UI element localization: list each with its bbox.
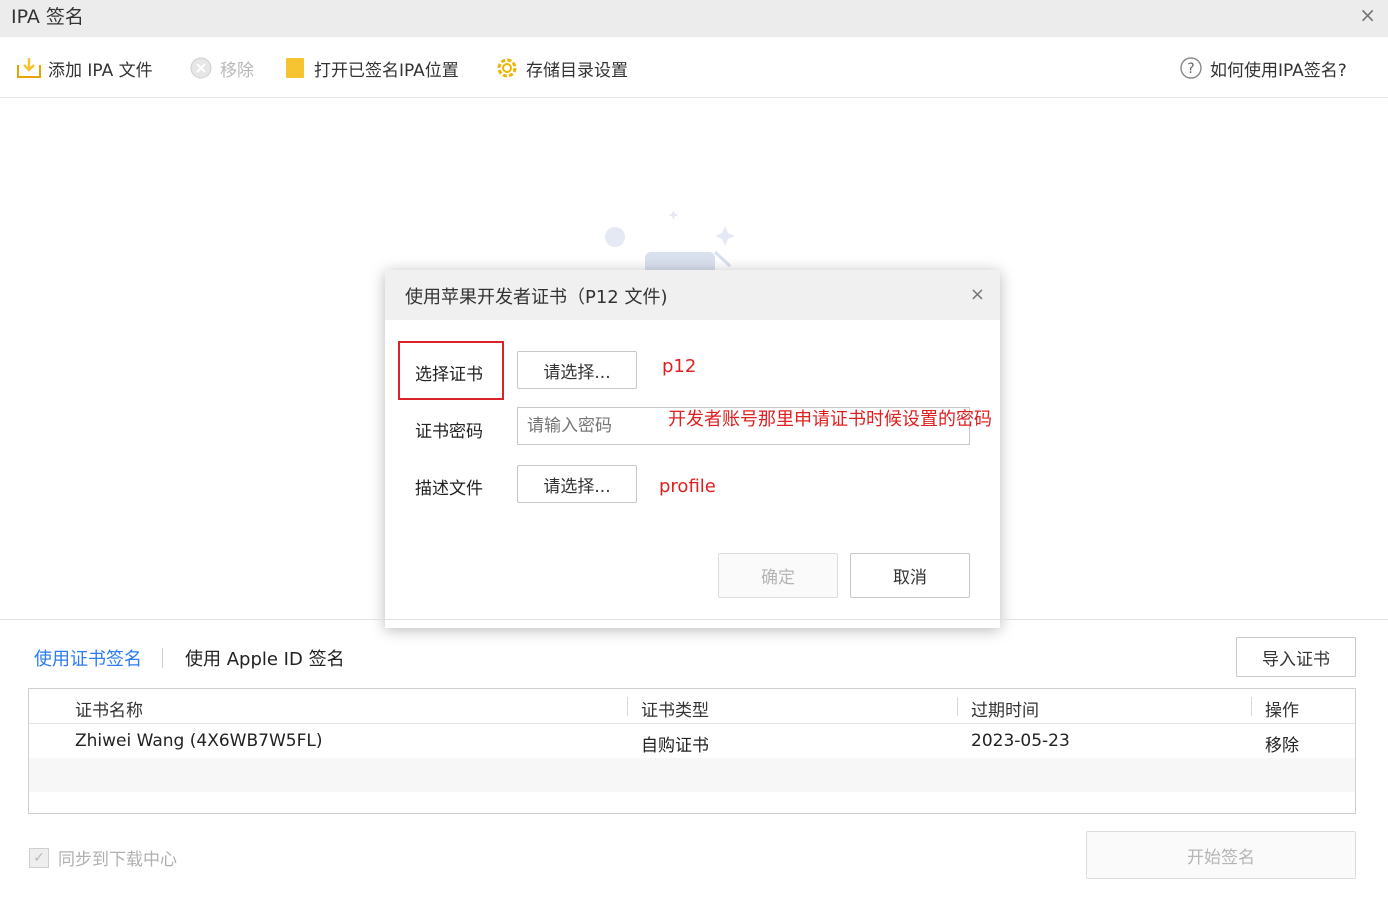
help-icon: ? xyxy=(1178,55,1204,81)
open-signed-location-button[interactable]: 打开已签名IPA位置 xyxy=(282,55,459,81)
cert-name-cell: Zhiwei Wang (4X6WB7W5FL) xyxy=(75,731,323,751)
table-empty-row xyxy=(29,758,1355,792)
tab-divider xyxy=(162,648,163,668)
table-row[interactable]: Zhiwei Wang (4X6WB7W5FL) 自购证书 2023-05-23… xyxy=(29,724,1355,758)
sync-checkbox[interactable]: ✓ xyxy=(29,847,49,868)
bottom-separator xyxy=(0,619,1388,620)
select-profile-button[interactable]: 请选择... xyxy=(517,465,637,503)
gear-icon xyxy=(494,55,520,81)
sync-download-center[interactable]: ✓ 同步到下载中心 xyxy=(29,845,177,870)
col-cert-name: 证书名称 xyxy=(75,701,143,721)
col-action: 操作 xyxy=(1265,701,1299,721)
select-cert-button[interactable]: 请选择... xyxy=(517,351,637,389)
ok-button[interactable]: 确定 xyxy=(718,553,838,598)
import-cert-button[interactable]: 导入证书 xyxy=(1236,637,1356,677)
select-cert-label: 选择证书 xyxy=(415,365,483,385)
add-ipa-label: 添加 IPA 文件 xyxy=(48,60,153,81)
cancel-button[interactable]: 取消 xyxy=(850,553,970,598)
add-file-icon xyxy=(16,55,42,81)
remove-label: 移除 xyxy=(220,60,254,81)
dialog-close-icon[interactable]: × xyxy=(970,284,985,305)
p12-annotation: p12 xyxy=(662,356,697,377)
svg-text:?: ? xyxy=(1187,61,1194,77)
password-annotation: 开发者账号那里申请证书时候设置的密码 xyxy=(668,409,992,430)
p12-certificate-dialog: 使用苹果开发者证书（P12 文件) × 选择证书 请选择... p12 证书密码… xyxy=(385,270,1000,628)
remove-cert-link[interactable]: 移除 xyxy=(1265,731,1299,756)
storage-settings-label: 存储目录设置 xyxy=(526,60,628,81)
open-signed-location-label: 打开已签名IPA位置 xyxy=(314,60,459,81)
profile-annotation: profile xyxy=(659,476,716,497)
window-title: IPA 签名 xyxy=(11,6,84,28)
cert-table: 证书名称 证书类型 过期时间 操作 Zhiwei Wang (4X6WB7W5F… xyxy=(28,688,1356,814)
window-close-icon[interactable]: × xyxy=(1359,3,1376,27)
help-label: 如何使用IPA签名? xyxy=(1210,60,1347,81)
start-sign-button[interactable]: 开始签名 xyxy=(1086,831,1356,879)
remove-icon xyxy=(188,55,214,81)
tab-apple-id-sign[interactable]: 使用 Apple ID 签名 xyxy=(185,645,345,671)
col-expiry: 过期时间 xyxy=(971,701,1039,721)
table-header: 证书名称 证书类型 过期时间 操作 xyxy=(29,689,1355,724)
sync-label: 同步到下载中心 xyxy=(58,850,177,870)
col-divider xyxy=(957,697,958,716)
tab-cert-sign[interactable]: 使用证书签名 xyxy=(34,645,142,671)
add-ipa-button[interactable]: 添加 IPA 文件 xyxy=(16,55,153,81)
title-bar: IPA 签名 × xyxy=(0,0,1388,37)
help-link[interactable]: ? 如何使用IPA签名? xyxy=(1178,55,1347,81)
dialog-header: 使用苹果开发者证书（P12 文件) × xyxy=(385,270,1000,320)
col-divider xyxy=(627,697,628,716)
storage-settings-button[interactable]: 存储目录设置 xyxy=(494,55,628,81)
toolbar: 添加 IPA 文件 移除 打开已签名IPA位置 存储目录设置 ? 如何使用IPA… xyxy=(0,37,1388,98)
password-label: 证书密码 xyxy=(415,422,483,442)
ipa-sign-window: IPA 签名 × 添加 IPA 文件 移除 打开已签名IPA位置 存储目录设置 … xyxy=(0,0,1388,905)
col-divider xyxy=(1251,697,1252,716)
cert-type-cell: 自购证书 xyxy=(641,736,709,756)
expiry-cell: 2023-05-23 xyxy=(971,731,1070,751)
profile-label: 描述文件 xyxy=(415,479,483,499)
folder-icon xyxy=(282,55,308,81)
col-cert-type: 证书类型 xyxy=(641,701,709,721)
dialog-title: 使用苹果开发者证书（P12 文件) xyxy=(405,287,668,308)
remove-button[interactable]: 移除 xyxy=(188,55,254,81)
